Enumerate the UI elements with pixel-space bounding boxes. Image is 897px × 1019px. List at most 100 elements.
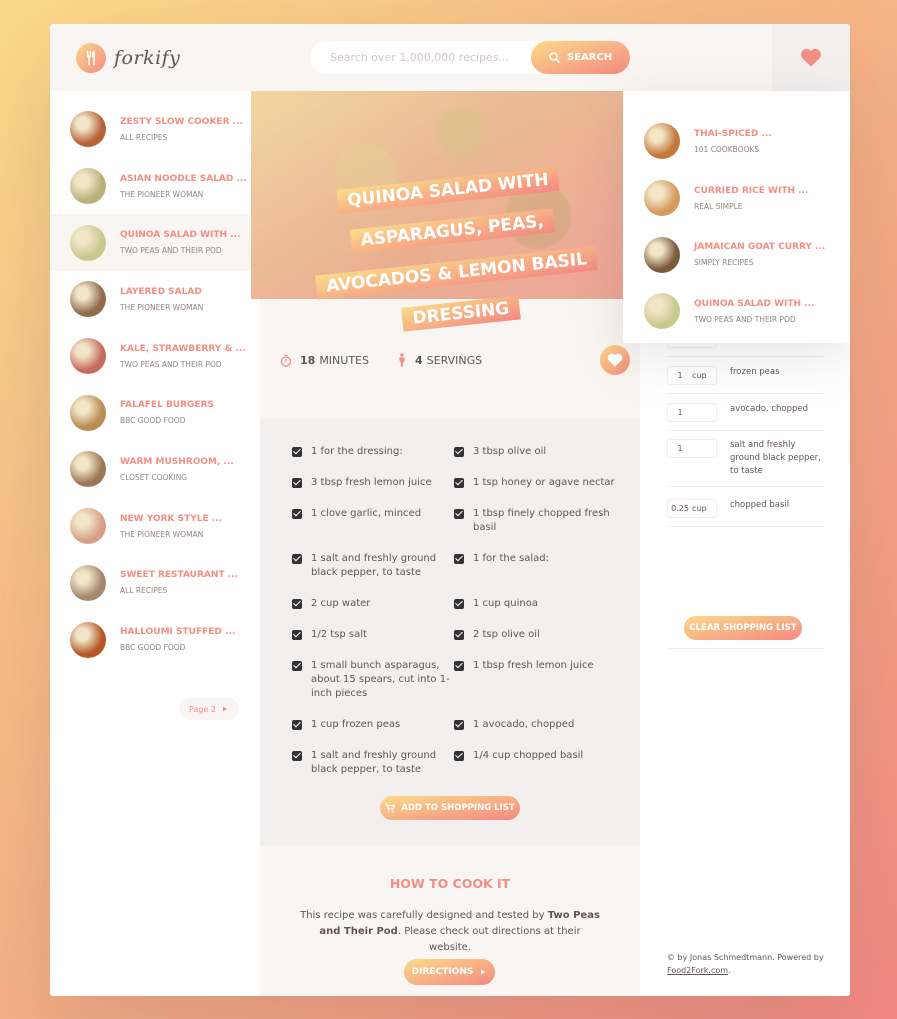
checkbox-icon[interactable] [292,478,302,488]
likes-menu[interactable] [772,24,850,91]
result-author: THE PIONEER WOMAN [120,529,204,539]
ingredient-text: 1/2 tsp salt [311,629,367,640]
result-name: NEW YORK STYLE ... [120,513,223,524]
result-item[interactable]: SWEET RESTAURANT ... ALL RECIPES [50,555,260,612]
liked-recipe-author: 101 COOKBOOKS [694,144,760,154]
liked-recipe-item[interactable]: THAI-SPICED ... 101 COOKBOOKS [623,113,850,170]
checkbox-icon[interactable] [292,509,302,519]
ingredient-item: 1 tbsp finely chopped fresh basil [454,507,616,535]
result-name: SWEET RESTAURANT ... [120,570,238,581]
result-author: ALL RECIPES [120,132,168,142]
checkbox-icon[interactable] [292,661,302,671]
food2fork-link[interactable]: Food2Fork.com [667,966,728,975]
ingredient-item: 1 avocado, chopped [454,718,616,732]
checkbox-icon[interactable] [454,751,464,761]
recipe-servings-value: 4 [414,353,423,367]
ingredient-item: 1 clove garlic, minced [292,507,454,535]
result-item[interactable]: NEW YORK STYLE ... THE PIONEER WOMAN [50,498,260,555]
checkbox-icon[interactable] [292,630,302,640]
copyright-end: . [728,966,731,975]
liked-recipe-item[interactable]: JAMAICAN GOAT CURRY ... SIMPLY RECIPES [623,226,850,283]
result-thumbnail [70,111,106,148]
result-item[interactable]: ASIAN NOODLE SALAD ... THE PIONEER WOMAN [50,158,260,215]
ingredient-item: 2 tsp olive oil [454,628,616,642]
ingredient-text: 1 clove garlic, minced [311,508,422,519]
shopping-count-field[interactable]: 1 [667,403,717,422]
result-text: ZESTY SLOW COOKER ... ALL RECIPES [120,117,243,142]
heart-icon [607,353,623,367]
clear-shopping-list-button[interactable]: Clear shopping list [684,616,802,640]
ingredient-text: 3 tbsp fresh lemon juice [311,477,432,488]
ingredient-item: 2 cup water [292,597,454,611]
checkbox-icon[interactable] [454,630,464,640]
result-item[interactable]: ZESTY SLOW COOKER ... ALL RECIPES [50,101,260,158]
search-button[interactable]: Search [531,41,630,74]
checkbox-icon[interactable] [292,447,302,457]
add-to-shopping-list-button[interactable]: Add to shopping list [380,796,520,820]
like-recipe-button[interactable] [600,345,630,375]
result-text: SWEET RESTAURANT ... ALL RECIPES [120,570,238,595]
checkbox-icon[interactable] [292,554,302,564]
liked-recipe-name: JAMAICAN GOAT CURRY ... [694,242,826,253]
ingredient-item: 3 tbsp fresh lemon juice [292,476,454,490]
shopping-count-value: 1 [677,444,683,453]
result-item[interactable]: WARM MUSHROOM, ... CLOSET COOKING [50,441,260,498]
checkbox-icon[interactable] [454,661,464,671]
result-thumbnail [70,394,106,431]
recipe-directions: How to cook it This recipe was carefully… [260,846,640,996]
heart-icon [801,48,821,67]
checkbox-icon[interactable] [454,447,464,457]
directions-button[interactable]: Directions [404,959,495,985]
checkbox-icon[interactable] [292,599,302,609]
pagination-next-button[interactable]: Page 2 [179,698,239,720]
result-item[interactable]: QUINOA SALAD WITH ... TWO PEAS AND THEIR … [50,214,260,272]
result-name: KALE, STRAWBERRY & ... [120,343,246,354]
result-item[interactable]: LAYERED SALAD THE PIONEER WOMAN [50,271,260,328]
shopping-item: 1 cup frozen peas [667,366,824,394]
directions-text-part: . Please check out directions at their w… [397,926,581,953]
result-item[interactable]: FALAFEL BURGERS BBC GOOD FOOD [50,384,260,441]
checkbox-icon[interactable] [292,720,302,730]
search-button-label: Search [566,52,613,63]
checkbox-icon[interactable] [454,478,464,488]
ingredient-item: 1 for the salad: [454,552,616,580]
search-icon [549,52,560,63]
recipe-panel: Quinoa Salad with Asparagus, Peas, Avoca… [251,91,640,996]
shopping-description: chopped basil [730,500,790,510]
result-text: WARM MUSHROOM, ... CLOSET COOKING [120,457,234,482]
ingredient-item: 1 salt and freshly ground black pepper, … [292,749,454,777]
checkbox-icon[interactable] [454,599,464,609]
ingredient-text: 1 for the salad: [473,553,550,564]
liked-recipe-item[interactable]: CURRIED RICE WITH ... REAL SIMPLE [623,170,850,227]
result-item[interactable]: HALLOUMI STUFFED ... BBC GOOD FOOD [50,611,260,668]
result-author: CLOSET COOKING [120,472,188,482]
stopwatch-icon [280,354,292,367]
shopping-count-field[interactable]: 1 [667,439,717,458]
checkbox-icon[interactable] [454,509,464,519]
logo[interactable]: forkify [76,43,180,73]
liked-recipe-thumbnail [644,180,680,217]
result-text: HALLOUMI STUFFED ... BBC GOOD FOOD [120,627,235,652]
checkbox-icon[interactable] [292,751,302,761]
search-input[interactable] [310,51,525,64]
triangle-right-icon [223,706,227,712]
ingredient-text: 1 salt and freshly ground black pepper, … [311,750,437,775]
logo-text: forkify [114,47,181,69]
ingredient-text: 3 tbsp olive oil [473,446,547,457]
shopping-count-field[interactable]: 0.25 cup [667,499,717,518]
shopping-count-field[interactable]: 1 cup [667,366,717,385]
fork-knife-icon [76,43,106,73]
liked-recipe-name: CURRIED RICE WITH ... [694,185,809,196]
result-text: QUINOA SALAD WITH ... TWO PEAS AND THEIR … [120,230,240,255]
ingredient-list: 1 for the dressing: 3 tbsp olive oil 3 tbs… [292,445,615,794]
result-item[interactable]: KALE, STRAWBERRY & ... TWO PEAS AND THEIR… [50,328,260,385]
checkbox-icon[interactable] [454,554,464,564]
result-thumbnail [70,281,106,318]
liked-recipe-item[interactable]: QUINOA SALAD WITH ... TWO PEAS AND THEIR … [623,283,850,340]
ingredient-text: 1 tbsp finely chopped fresh basil [473,508,610,533]
liked-recipe-author: SIMPLY RECIPES [694,258,754,268]
shopping-count-unit: cup [692,371,707,380]
ingredient-text: 1/4 cup chopped basil [473,750,584,761]
result-author: THE PIONEER WOMAN [120,302,204,312]
checkbox-icon[interactable] [454,720,464,730]
